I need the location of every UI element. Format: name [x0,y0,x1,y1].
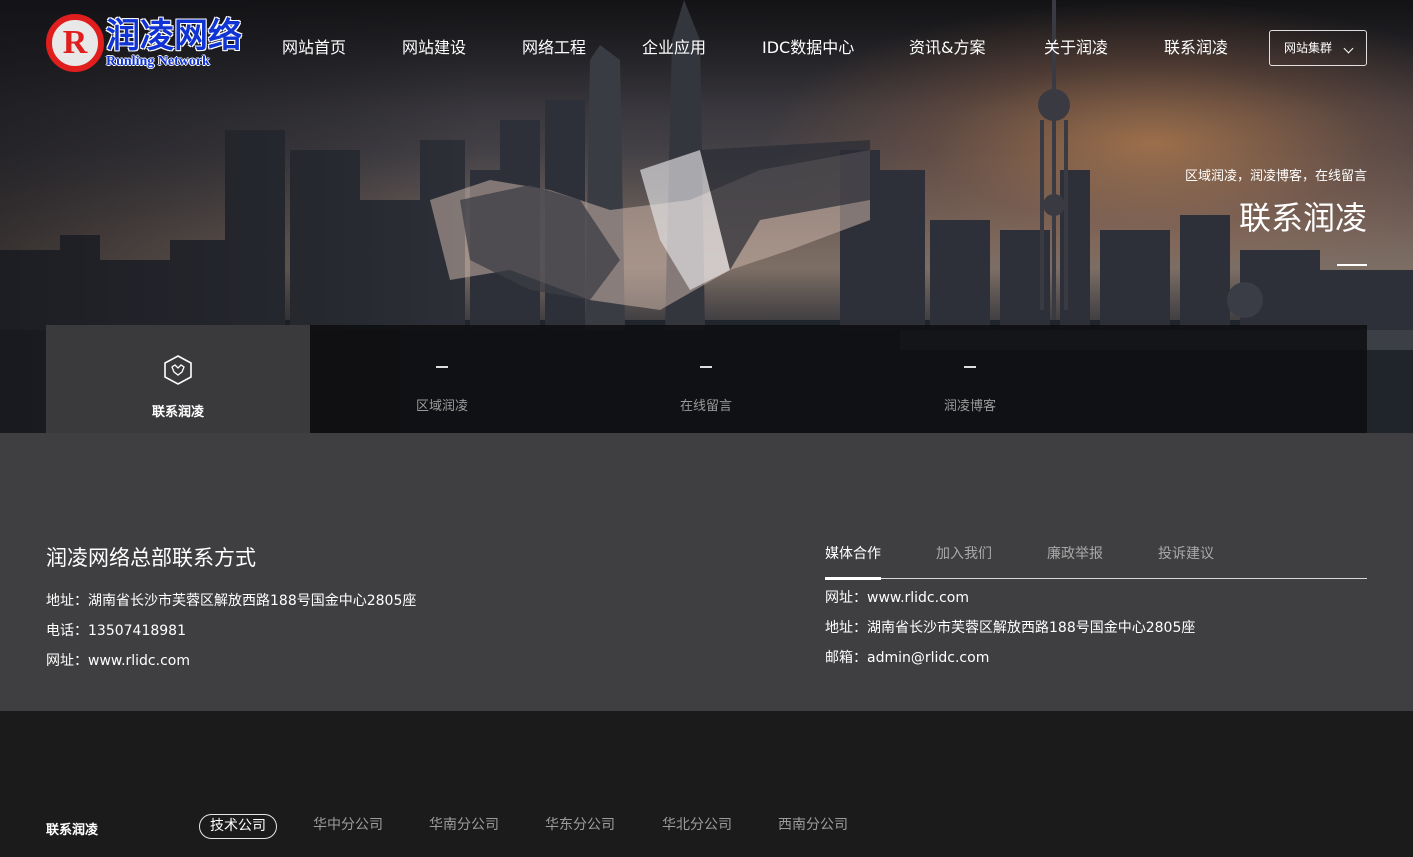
nav-about[interactable]: 关于润凌 [1044,37,1108,59]
hq-contact-title: 润凌网络总部联系方式 [46,546,256,570]
subtab-blog[interactable]: 润凌博客 [838,325,1102,433]
contact-section: 润凌网络总部联系方式 地址：湖南省长沙市芙蓉区解放西路188号国金中心2805座… [0,433,1413,711]
branch-central[interactable]: 华中分公司 [313,814,383,839]
subtab-message[interactable]: 在线留言 [574,325,838,433]
site-logo[interactable]: 润凌网络 Runling Network [46,14,242,74]
hero-breadcrumb: 区域润凌，润凌博客，在线留言 [1184,169,1367,184]
chevron-down-icon [1343,43,1354,54]
nav-web-build[interactable]: 网站建设 [402,37,466,59]
dash-icon [436,366,448,368]
tab-report[interactable]: 廉政举报 [1047,543,1103,563]
branch-north[interactable]: 华北分公司 [662,814,732,839]
subtab-label: 联系润凌 [151,405,204,420]
branch-tech[interactable]: 技术公司 [199,814,277,839]
branch-east[interactable]: 华东分公司 [545,814,615,839]
sub-navigation: 联系润凌 区域润凌 在线留言 润凌博客 [46,325,1367,433]
footer-label: 联系润凌 [46,823,99,838]
nav-idc[interactable]: IDC数据中心 [762,37,854,59]
nav-network-eng[interactable]: 网络工程 [522,37,586,59]
logo-r-icon [46,14,104,72]
logo-en-text: Runling Network [106,54,210,69]
dash-icon [964,366,976,368]
media-website[interactable]: 网址：www.rlidc.com [825,587,969,607]
media-email[interactable]: 邮箱：admin@rlidc.com [825,647,989,667]
hexagon-shield-icon [164,355,192,385]
branch-south[interactable]: 华南分公司 [429,814,499,839]
nav-contact[interactable]: 联系润凌 [1164,37,1228,59]
site-group-dropdown[interactable]: 网站集群 [1269,30,1367,66]
dash-icon [700,366,712,368]
footer: 联系润凌 技术公司 华中分公司 华南分公司 华东分公司 华北分公司 西南分公司 [0,711,1413,857]
nav-home[interactable]: 网站首页 [282,37,346,59]
media-address: 地址：湖南省长沙市芙蓉区解放西路188号国金中心2805座 [825,620,1196,636]
nav-enterprise-app[interactable]: 企业应用 [642,37,706,59]
active-tab-indicator [825,577,881,580]
hq-website[interactable]: 网址：www.rlidc.com [46,650,190,670]
contact-tabs: 媒体合作 加入我们 廉政举报 投诉建议 [825,543,1367,580]
tab-join-us[interactable]: 加入我们 [936,543,992,563]
site-group-label: 网站集群 [1284,41,1333,55]
branch-southwest[interactable]: 西南分公司 [778,814,848,839]
subtab-label: 在线留言 [679,399,732,414]
subtab-region[interactable]: 区域润凌 [310,325,574,433]
nav-news[interactable]: 资讯&方案 [909,37,985,59]
tab-complaint[interactable]: 投诉建议 [1158,543,1214,563]
hq-phone: 电话：13507418981 [46,623,186,639]
logo-cn-text: 润凌网络 [106,16,242,56]
tab-media[interactable]: 媒体合作 [825,543,881,563]
hq-address: 地址：湖南省长沙市芙蓉区解放西路188号国金中心2805座 [46,593,417,609]
page-title: 联系润凌 [1238,199,1367,237]
title-underline [1337,264,1367,266]
site-header: 润凌网络 Runling Network 网站首页 网站建设 网络工程 企业应用… [0,0,1413,96]
subtab-contact[interactable]: 联系润凌 [46,325,310,433]
subtab-label: 区域润凌 [415,399,468,414]
subtab-label: 润凌博客 [943,399,996,414]
